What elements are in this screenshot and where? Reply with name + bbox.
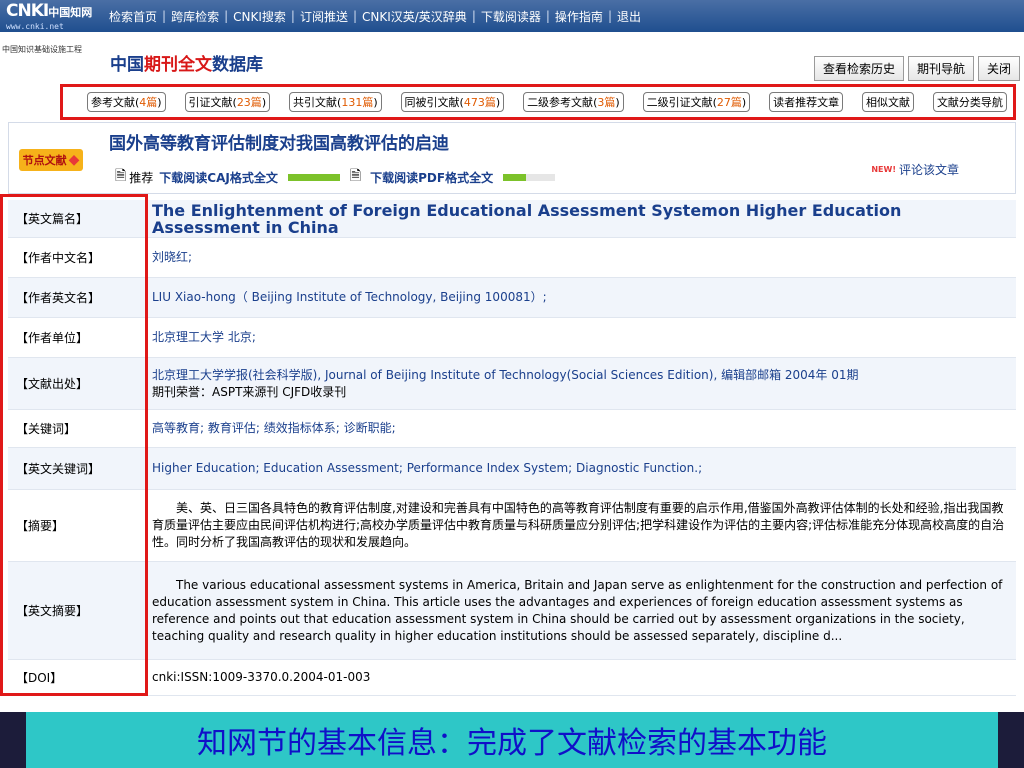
info-row-en-abstract: 【英文摘要】 The various educational assessmen… [8, 562, 1016, 660]
reflink-similar[interactable]: 相似文献 [862, 92, 915, 112]
journal-nav-button[interactable]: 期刊导航 [907, 56, 974, 81]
info-row-en-title: 【英文篇名】 The Enlightenment of Foreign Educ… [8, 200, 1016, 238]
label-abstract: 【摘要】 [16, 519, 65, 533]
top-nav-bar: CNKI中国知网 www.cnki.net 检索首页 | 跨库检索 | CNKI搜索… [0, 0, 1024, 32]
comment-link[interactable]: NEW! 评论该文章 [871, 161, 959, 178]
pdf-popularity-meter [503, 173, 556, 181]
reflink-secondary-references[interactable]: 二级参考文献(3篇) [523, 92, 624, 112]
label-author-en: 【作者英文名】 [16, 291, 101, 305]
left-decor-strip [0, 712, 26, 768]
value-author-cn[interactable]: 刘晓红; [148, 238, 1016, 277]
database-title: 中国期刊全文数据库 [110, 55, 263, 75]
value-en-keywords[interactable]: Higher Education; Education Assessment; … [148, 448, 1016, 489]
article-header: 节点文献 ◆ 国外高等教育评估制度对我国高教评估的启迪 🗎 推荐 下载阅读CAJ格… [8, 122, 1016, 194]
recommend-label: 推荐 [129, 170, 154, 185]
value-keywords[interactable]: 高等教育; 教育评估; 绩效指标体系; 诊断职能; [148, 410, 1016, 447]
node-document-badge: 节点文献 ◆ [19, 149, 83, 171]
info-row-source: 【文献出处】 北京理工大学学报(社会科学版), Journal of Beiji… [8, 358, 1016, 410]
header-buttons: 查看检索历史 期刊导航 关闭 [813, 56, 1020, 81]
new-badge: NEW! [871, 165, 896, 174]
value-en-title: The Enlightenment of Foreign Educational… [152, 200, 902, 237]
source-journal-link[interactable]: 北京理工大学学报(社会科学版), Journal of Beijing Inst… [152, 367, 1012, 384]
logo-cn-text: 中国知网 [48, 5, 93, 19]
nav-cross-search[interactable]: 跨库检索 [166, 8, 224, 25]
reflink-references[interactable]: 参考文献(4篇) [87, 92, 166, 112]
page-header: 中国知识基础设施工程 中国期刊全文数据库 查看检索历史 期刊导航 关闭 [0, 32, 1024, 84]
nav-download-reader[interactable]: 下载阅读器 [476, 8, 546, 25]
reflink-reader-recommended[interactable]: 读者推荐文章 [769, 92, 844, 112]
search-history-button[interactable]: 查看检索历史 [813, 56, 904, 81]
download-row: 🗎 推荐 下载阅读CAJ格式全文 🗎 下载阅读PDF格式全文 [115, 165, 565, 189]
slide-caption: 知网节的基本信息：完成了文献检索的基本功能 [26, 712, 998, 768]
label-keywords: 【关键词】 [16, 422, 77, 436]
close-button[interactable]: 关闭 [977, 56, 1020, 81]
article-info-table: 【英文篇名】 The Enlightenment of Foreign Educ… [8, 200, 1016, 696]
label-en-title: 【英文篇名】 [16, 212, 89, 226]
journal-honor: 期刊荣誉：ASPT来源刊 CJFD收录刊 [152, 384, 347, 399]
value-doi: cnki:ISSN:1009-3370.0.2004-01-003 [152, 670, 371, 684]
logo-url: www.cnki.net [6, 21, 64, 31]
org-name: 中国知识基础设施工程 [2, 45, 82, 54]
pdf-document-icon: 🗎 [349, 168, 362, 184]
info-row-doi: 【DOI】 cnki:ISSN:1009-3370.0.2004-01-003 [8, 660, 1016, 696]
reference-links-bar: 参考文献(4篇) 引证文献(23篇) 共引文献(131篇) 同被引文献(473篇… [60, 84, 1016, 120]
caption-text: 知网节的基本信息：完成了文献检索的基本功能 [197, 726, 827, 761]
reflink-secondary-citations[interactable]: 二级引证文献(27篇) [642, 92, 751, 112]
download-pdf-link[interactable]: 下载阅读PDF格式全文 [370, 169, 493, 186]
info-row-author-cn: 【作者中文名】 刘晓红; [8, 238, 1016, 278]
label-source: 【文献出处】 [16, 377, 89, 391]
nav-home[interactable]: 检索首页 [104, 8, 162, 25]
info-row-keywords: 【关键词】 高等教育; 教育评估; 绩效指标体系; 诊断职能; [8, 410, 1016, 448]
value-abstract: 美、英、日三国各具特色的教育评估制度,对建设和完善具有中国特色的高等教育评估制度… [152, 501, 1005, 549]
info-row-author-en: 【作者英文名】 LIU Xiao-hong（ Beijing Institute… [8, 278, 1016, 318]
caj-popularity-meter [287, 173, 340, 181]
nav-cnki-search[interactable]: CNKI搜索 [228, 8, 291, 25]
document-icon: 🗎 [115, 168, 127, 184]
main-nav: 检索首页 | 跨库检索 | CNKI搜索 | 订阅推送 | CNKI汉英/英汉辞典 | 下… [104, 0, 646, 32]
label-en-keywords: 【英文关键词】 [16, 462, 101, 476]
reflink-classification-nav[interactable]: 文献分类导航 [932, 92, 1007, 112]
label-author-cn: 【作者中文名】 [16, 251, 101, 265]
cnki-logo[interactable]: CNKI中国知网 www.cnki.net [0, 0, 104, 32]
download-caj-link[interactable]: 下载阅读CAJ格式全文 [159, 169, 278, 186]
nav-logout[interactable]: 退出 [612, 8, 646, 25]
info-row-abstract: 【摘要】 美、英、日三国各具特色的教育评估制度,对建设和完善具有中国特色的高等教… [8, 490, 1016, 562]
label-en-abstract: 【英文摘要】 [16, 604, 89, 618]
logo-text: CNKI [6, 0, 49, 21]
article-title: 国外高等教育评估制度对我国高教评估的启迪 [109, 134, 449, 154]
label-unit: 【作者单位】 [16, 331, 89, 345]
nav-guide[interactable]: 操作指南 [550, 8, 608, 25]
info-row-en-keywords: 【英文关键词】 Higher Education; Education Asse… [8, 448, 1016, 490]
value-unit[interactable]: 北京理工大学 北京; [148, 318, 1016, 357]
value-source: 北京理工大学学报(社会科学版), Journal of Beijing Inst… [148, 358, 1016, 409]
right-decor-strip [998, 712, 1024, 768]
value-en-abstract: The various educational assessment syste… [152, 577, 1003, 643]
value-author-en[interactable]: LIU Xiao-hong（ Beijing Institute of Tech… [148, 278, 1016, 317]
reflink-co-citations[interactable]: 共引文献(131篇) [289, 92, 382, 112]
reflink-citations[interactable]: 引证文献(23篇) [184, 92, 271, 112]
label-doi: 【DOI】 [16, 671, 63, 685]
diamond-icon: ◆ [68, 152, 80, 168]
info-row-unit: 【作者单位】 北京理工大学 北京; [8, 318, 1016, 358]
nav-subscribe[interactable]: 订阅推送 [295, 8, 353, 25]
nav-dictionary[interactable]: CNKI汉英/英汉辞典 [357, 8, 472, 25]
reflink-co-cited[interactable]: 同被引文献(473篇) [400, 92, 505, 112]
